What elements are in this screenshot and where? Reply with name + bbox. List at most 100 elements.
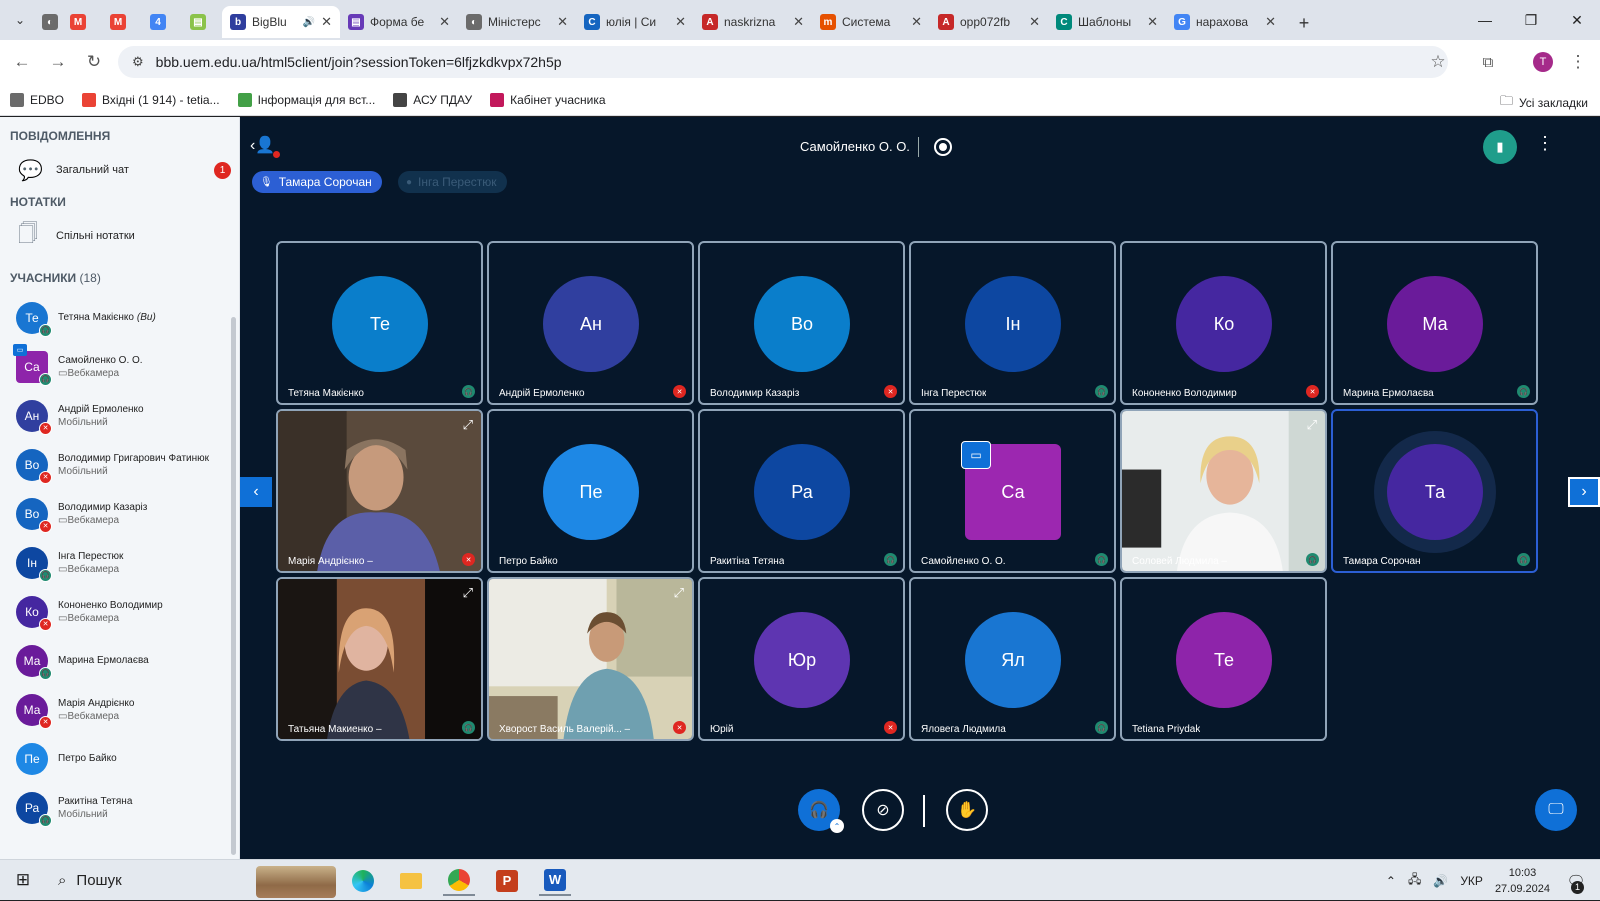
camera-button[interactable]: ⊘ — [862, 789, 904, 831]
video-tile[interactable]: Ко Кононенко Володимир ✕ — [1120, 241, 1327, 405]
reload-icon[interactable]: ↻ — [76, 44, 112, 80]
fullscreen-icon[interactable]: ⤢ — [463, 417, 473, 433]
bookmark-item[interactable]: АСУ ПДАУ — [393, 92, 472, 107]
user-list-item[interactable]: Ко ✕ Кононенко Володимир ▭Вебкамера — [0, 587, 239, 636]
user-list-item[interactable]: Са 🎧 ▭ Самойленко О. О. ▭Вебкамера — [0, 342, 239, 391]
tab-close-icon[interactable]: ✕ — [675, 14, 686, 30]
fullscreen-icon[interactable]: ⤢ — [463, 585, 473, 601]
bookmark-item[interactable]: Вхідні (1 914) - tetia... — [82, 92, 220, 107]
audio-options-chevron-icon[interactable]: ⌃ — [830, 819, 844, 833]
tab-close-icon[interactable]: ✕ — [1265, 14, 1276, 30]
fullscreen-icon[interactable]: ⤢ — [1307, 417, 1317, 433]
next-page-button[interactable]: › — [1568, 477, 1600, 507]
video-tile[interactable]: ⤢ Хворост Василь Валерій... – ✕ — [487, 577, 694, 741]
forward-arrow-icon[interactable]: → — [40, 44, 76, 80]
restore-icon[interactable]: ❐ — [1508, 0, 1554, 40]
browser-tab[interactable]: ◐ Міністерс ✕ — [458, 6, 576, 38]
file-explorer-icon[interactable] — [395, 866, 427, 896]
raise-hand-button[interactable]: ✋ — [946, 789, 988, 831]
video-tile[interactable]: Те Tetiana Priydak — [1120, 577, 1327, 741]
tab-close-icon[interactable]: ✕ — [439, 14, 450, 30]
browser-tab[interactable]: ◐ — [34, 6, 62, 38]
user-list-item[interactable]: Ма ✕ Марія Андрієнко ▭Вебкамера — [0, 685, 239, 734]
tab-audio-icon[interactable]: 🔊 — [303, 17, 315, 28]
video-tile[interactable]: Во Володимир Казаріз ✕ — [698, 241, 905, 405]
network-icon[interactable]: 🖧 — [1408, 870, 1421, 891]
browser-tab[interactable]: Gнарахова ✕ — [1166, 6, 1284, 38]
browser-tab[interactable]: C Шаблоны ✕ — [1048, 6, 1166, 38]
all-bookmarks-button[interactable]: 🗀 Усі закладки — [1500, 92, 1588, 114]
back-arrow-icon[interactable]: ← — [4, 44, 40, 80]
site-settings-icon[interactable]: ⚙ — [132, 54, 144, 70]
video-tile[interactable]: Ра Ракитіна Тетяна 🎧 — [698, 409, 905, 573]
video-tile[interactable]: Те Тетяна Макієнко 🎧 — [276, 241, 483, 405]
video-tile[interactable]: Ін Інга Перестюк 🎧 — [909, 241, 1116, 405]
video-tile[interactable]: ⤢ Соловей Людмила – 🎧 — [1120, 409, 1327, 573]
browser-tab[interactable]: ▤ — [182, 6, 222, 38]
browser-menu-icon[interactable]: ⋮ — [1560, 44, 1596, 80]
tab-close-icon[interactable]: ✕ — [1029, 14, 1040, 30]
bookmark-item[interactable]: Інформація для вст... — [237, 92, 375, 107]
tab-close-icon[interactable]: ✕ — [321, 14, 332, 30]
public-chat-item[interactable]: 💬 Загальний чат 1 — [0, 149, 239, 191]
user-list-item[interactable]: Ра 🎧 Ракитіна Тетяна Мобільний — [0, 783, 239, 832]
url-input[interactable]: ⚙ bbb.uem.edu.ua/html5client/join?sessio… — [118, 46, 1448, 78]
browser-tab[interactable]: Cюлія | Си ✕ — [576, 6, 694, 38]
edge-icon[interactable] — [347, 866, 379, 896]
shared-notes-item[interactable]: 🗍 Спільні нотатки — [0, 215, 239, 257]
video-tile[interactable]: Юр Юрій ✕ — [698, 577, 905, 741]
record-icon[interactable] — [934, 138, 952, 156]
browser-tab[interactable]: Aopp072fb ✕ — [930, 6, 1048, 38]
browser-tab[interactable]: 4 — [142, 6, 182, 38]
browser-tab[interactable]: b BigBlu 🔊 ✕ — [222, 6, 340, 38]
minimize-icon[interactable]: — — [1462, 0, 1508, 40]
talking-indicator-idle[interactable]: ● Інга Перестюк — [398, 171, 507, 193]
clock[interactable]: 10:03 27.09.2024 — [1495, 865, 1550, 897]
browser-tab[interactable]: m Система ✕ — [812, 6, 930, 38]
search-highlight-image[interactable] — [256, 866, 336, 898]
tab-search-icon[interactable]: ⌄ — [6, 6, 34, 34]
close-window-icon[interactable]: ✕ — [1554, 0, 1600, 40]
connection-status-icon[interactable]: ▮ — [1483, 130, 1517, 164]
bookmark-star-icon[interactable]: ☆ — [1420, 44, 1456, 80]
tray-chevron-icon[interactable]: ⌃ — [1386, 874, 1396, 888]
video-tile[interactable]: ⤢ Марія Андрієнко – ✕ — [276, 409, 483, 573]
bookmark-item[interactable]: EDBO — [10, 92, 64, 107]
toggle-userlist-button[interactable]: ‹👤 — [250, 135, 281, 158]
bookmark-item[interactable]: Кабінет учасника — [490, 92, 606, 107]
tab-close-icon[interactable]: ✕ — [793, 14, 804, 30]
powerpoint-icon[interactable]: P — [491, 866, 523, 896]
previous-page-button[interactable]: ‹ — [240, 477, 272, 507]
browser-tab[interactable]: ▤ Форма бе ✕ — [340, 6, 458, 38]
video-tile[interactable]: Та Тамара Сорочан 🎧 — [1331, 409, 1538, 573]
user-list-item[interactable]: Ан ✕ Андрій Ермоленко Мобільний — [0, 391, 239, 440]
user-list-item[interactable]: Те 🎧 Тетяна Макієнко (Ви) — [0, 293, 239, 342]
video-tile[interactable]: Ан Андрій Ермоленко ✕ — [487, 241, 694, 405]
user-list-item[interactable]: Во ✕ Володимир Григарович Фатинюк Мобільний — [0, 440, 239, 489]
new-tab-icon[interactable]: + — [1290, 9, 1318, 37]
tab-close-icon[interactable]: ✕ — [1147, 14, 1158, 30]
talking-indicator-active[interactable]: 🎙 Тамара Сорочан — [252, 171, 382, 193]
video-tile[interactable]: Ма Марина Ермолаєва 🎧 — [1331, 241, 1538, 405]
video-tile[interactable]: Пе Петро Байко — [487, 409, 694, 573]
word-icon[interactable]: W — [539, 866, 571, 896]
video-tile[interactable]: Ял Яловега Людмила 🎧 — [909, 577, 1116, 741]
browser-tab[interactable]: M — [102, 6, 142, 38]
chrome-icon[interactable] — [443, 866, 475, 896]
windows-start-icon[interactable]: ⊞ — [0, 860, 46, 901]
fullscreen-icon[interactable]: ⤢ — [674, 585, 684, 601]
user-list-item[interactable]: Ін 🎧 Інга Перестюк ▭Вебкамера — [0, 538, 239, 587]
video-tile[interactable]: Са ▭ Самойленко О. О. 🎧 — [909, 409, 1116, 573]
browser-tab[interactable]: M — [62, 6, 102, 38]
tab-close-icon[interactable]: ✕ — [911, 14, 922, 30]
user-list-item[interactable]: Пе Петро Байко — [0, 734, 239, 783]
video-tile[interactable]: ⤢ Татьяна Макиенко – 🎧 — [276, 577, 483, 741]
volume-icon[interactable]: 🔊 — [1433, 874, 1448, 888]
extensions-icon[interactable]: ⧉ — [1470, 44, 1506, 80]
language-indicator[interactable]: УКР — [1460, 874, 1483, 888]
user-list-item[interactable]: Ма 🎧 Марина Ермолаєва — [0, 636, 239, 685]
notifications-icon[interactable]: 🗨1 — [1562, 867, 1590, 895]
tab-close-icon[interactable]: ✕ — [557, 14, 568, 30]
taskbar-search[interactable]: ⌕ Пошук — [46, 860, 246, 901]
presentation-button[interactable]: 🖵 — [1535, 789, 1577, 831]
